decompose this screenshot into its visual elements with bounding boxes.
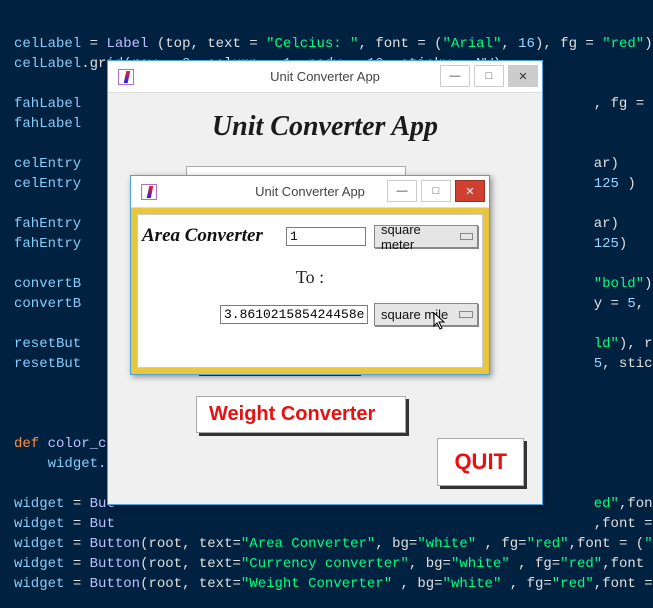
app-header: Unit Converter App [108, 93, 542, 143]
dropdown-indicator-icon [460, 233, 473, 240]
close-button[interactable]: ✕ [455, 180, 485, 202]
maximize-button[interactable]: □ [421, 180, 451, 202]
tk-icon [141, 184, 157, 200]
area-converter-label: Area Converter [142, 225, 263, 247]
to-value-output[interactable] [220, 305, 368, 324]
child-titlebar[interactable]: Unit Converter App — □ ✕ [131, 176, 489, 208]
from-unit-label: square meter [381, 222, 454, 252]
quit-button[interactable]: QUIT [437, 438, 524, 486]
weight-converter-button[interactable]: Weight Converter [196, 396, 406, 433]
dropdown-indicator-icon [459, 311, 473, 318]
minimize-button[interactable]: — [387, 180, 417, 202]
main-title: Unit Converter App [270, 69, 380, 84]
to-unit-label: square mile [381, 307, 448, 322]
main-titlebar[interactable]: Unit Converter App — □ ✕ [108, 61, 542, 93]
to-unit-dropdown[interactable]: square mile [374, 303, 478, 326]
tk-icon [118, 69, 134, 85]
child-title: Unit Converter App [255, 184, 365, 199]
to-label: To : [138, 267, 482, 288]
close-button[interactable]: ✕ [508, 65, 538, 87]
from-value-input[interactable] [286, 227, 366, 246]
from-unit-dropdown[interactable]: square meter [374, 225, 478, 248]
area-converter-window: Unit Converter App — □ ✕ Area Converter … [130, 175, 490, 375]
maximize-button[interactable]: □ [474, 65, 504, 87]
minimize-button[interactable]: — [440, 65, 470, 87]
